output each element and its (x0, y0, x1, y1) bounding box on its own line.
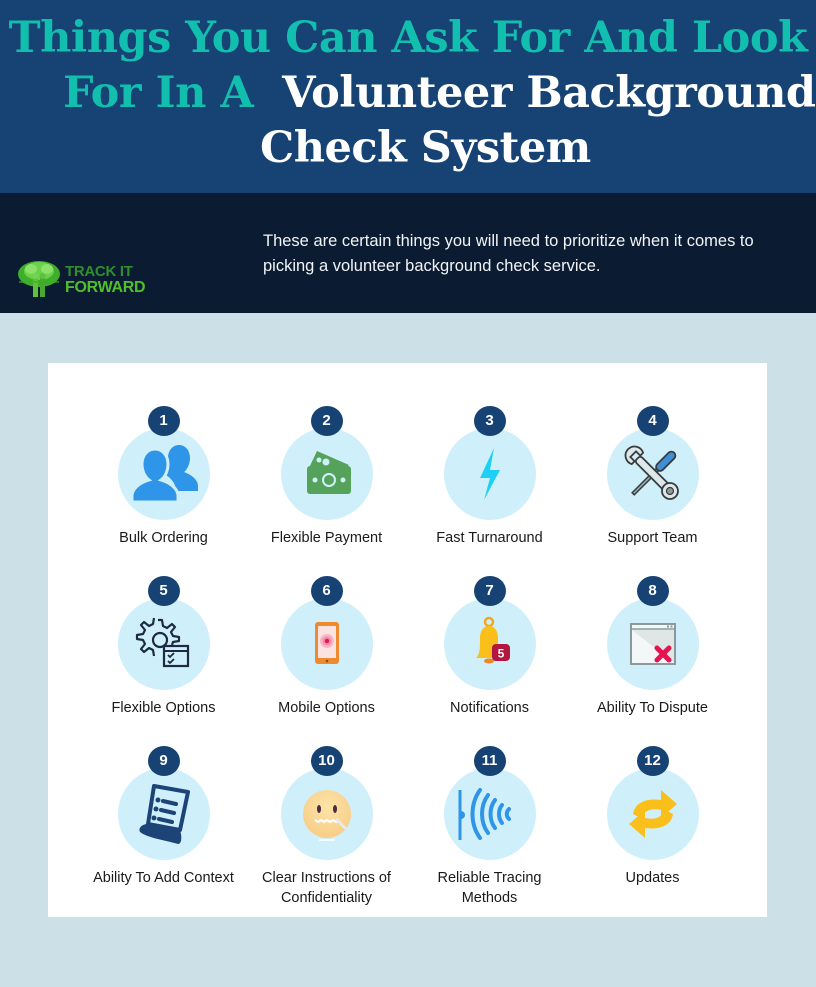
document-list-icon (138, 784, 190, 844)
feature-label: Ability To Add Context (93, 870, 234, 886)
zipped-mouth-icon (302, 790, 351, 841)
feature-label: Clear Instructions of Confidentiality (262, 870, 391, 906)
title-line-1: Things You Can Ask For And Look (8, 13, 808, 63)
feature-label: Ability To Dispute (597, 700, 708, 716)
number-badge: 8 (636, 576, 669, 606)
gear-checklist-icon (135, 617, 189, 668)
icon-circle (280, 768, 373, 860)
window-close-icon (629, 623, 676, 665)
icon-circle: 5 (443, 598, 536, 690)
number-badge: 10 (310, 746, 343, 776)
logo-line-1: TRACK IT (65, 263, 133, 280)
feature-label: Fast Turnaround (436, 530, 543, 546)
icon-circle (606, 768, 699, 860)
feature-label: Updates (625, 870, 680, 886)
number-badge: 2 (310, 406, 343, 436)
icon-circle (280, 428, 373, 520)
icon-circle (117, 768, 210, 860)
icon-circle (117, 598, 210, 690)
intro-band: TRACK IT FORWARD These are certain thing… (0, 193, 816, 313)
icon-circle (443, 768, 536, 860)
feature-label: Reliable Tracing Methods (437, 870, 542, 906)
track-it-forward-logo[interactable]: TRACK IT FORWARD (17, 259, 167, 301)
feature-label: Notifications (450, 700, 529, 716)
icon-circle (117, 428, 210, 520)
title-white: Volunteer Background (282, 68, 816, 118)
feature-label: Mobile Options (278, 700, 375, 716)
number-badge: 9 (147, 746, 180, 776)
title-accent: For In A (63, 68, 254, 118)
logo-line-2: FORWARD (65, 279, 146, 296)
number-badge: 12 (636, 746, 669, 776)
number-badge: 4 (636, 406, 669, 436)
feature-label: Bulk Ordering (119, 530, 208, 546)
number-badge: 3 (473, 406, 506, 436)
icon-circle (606, 428, 699, 520)
title-line-3: Check System (260, 123, 591, 173)
feature-label: Flexible Payment (270, 530, 383, 546)
icon-circle (443, 428, 536, 520)
signal-waves-icon (458, 788, 511, 840)
number-badge: 5 (147, 576, 180, 606)
number-badge: 7 (473, 576, 506, 606)
users-icon (130, 445, 198, 504)
mobile-phone-icon (314, 622, 339, 664)
number-badge: 11 (473, 746, 506, 776)
notification-count: 5 (497, 647, 504, 661)
lightning-icon (479, 448, 500, 500)
tree-people-icon (18, 261, 60, 297)
refresh-arrows-icon (628, 790, 677, 838)
feature-label: Flexible Options (111, 700, 216, 716)
features-card: 1 Bulk Ordering 2 Flexible Payment 3 Fas… (48, 363, 767, 917)
bell-icon: 5 (475, 616, 510, 664)
icon-circle (606, 598, 699, 690)
intro-text: These are certain things you will need t… (263, 232, 754, 275)
icon-circle (280, 598, 373, 690)
tools-icon (624, 445, 679, 500)
feature-label: Support Team (607, 530, 698, 546)
title-line-2: For In A Volunteer Background (0, 66, 816, 121)
number-badge: 6 (310, 576, 343, 606)
money-icon (306, 451, 351, 494)
header-banner: Things You Can Ask For And Look For In A… (0, 0, 816, 193)
number-badge: 1 (147, 406, 180, 436)
features-grid: 1 Bulk Ordering 2 Flexible Payment 3 Fas… (48, 363, 767, 917)
